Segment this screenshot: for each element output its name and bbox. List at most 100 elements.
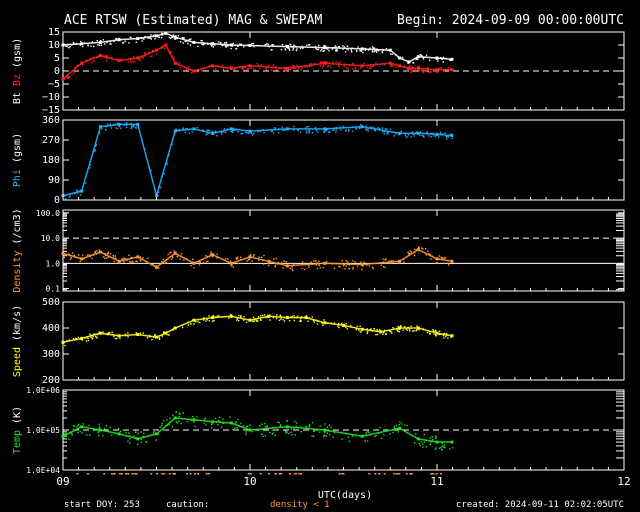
scatter-point bbox=[440, 57, 443, 59]
scatter-point bbox=[394, 54, 397, 56]
scatter-point bbox=[274, 127, 276, 129]
scatter-point bbox=[216, 421, 218, 423]
scatter-point bbox=[151, 55, 153, 57]
scatter-point bbox=[445, 332, 448, 335]
scatter-point bbox=[171, 426, 174, 428]
scatter-point bbox=[296, 422, 298, 424]
scatter-point bbox=[355, 49, 358, 52]
scatter-point bbox=[402, 329, 405, 331]
scatter-point bbox=[104, 43, 106, 45]
scatter-point bbox=[196, 126, 198, 129]
scatter-point bbox=[366, 332, 368, 335]
scatter-point bbox=[288, 68, 290, 71]
scatter-point bbox=[382, 261, 385, 263]
scatter-point bbox=[111, 434, 113, 436]
scatter-point bbox=[139, 259, 141, 261]
scatter-point bbox=[428, 71, 430, 73]
y-tick-label: −5 bbox=[48, 79, 60, 90]
scatter-point bbox=[264, 434, 266, 437]
scatter-point bbox=[158, 36, 160, 38]
scatter-point bbox=[290, 66, 292, 68]
scatter-point bbox=[379, 426, 381, 429]
data-point bbox=[360, 327, 364, 331]
density-flag-mark bbox=[298, 473, 301, 475]
scatter-point bbox=[197, 321, 199, 323]
scatter-point bbox=[222, 422, 224, 424]
scatter-point bbox=[105, 57, 107, 60]
scatter-point bbox=[128, 432, 130, 434]
scatter-point bbox=[307, 264, 310, 267]
scatter-point bbox=[227, 258, 229, 260]
scatter-point bbox=[413, 135, 416, 137]
x-tick-label: 09 bbox=[56, 475, 69, 488]
scatter-point bbox=[413, 330, 415, 332]
scatter-point bbox=[441, 445, 444, 447]
scatter-point bbox=[109, 125, 111, 127]
scatter-point bbox=[202, 42, 204, 44]
scatter-point bbox=[65, 45, 67, 48]
y-tick-label: 300 bbox=[42, 349, 60, 360]
data-point bbox=[98, 125, 102, 129]
scatter-point bbox=[264, 69, 267, 72]
scatter-point bbox=[350, 49, 353, 51]
scatter-point bbox=[373, 429, 375, 431]
scatter-point bbox=[368, 67, 371, 70]
scatter-point bbox=[245, 431, 247, 433]
scatter-point bbox=[222, 418, 224, 420]
scatter-point bbox=[79, 430, 81, 433]
scatter-point bbox=[253, 45, 255, 48]
scatter-point bbox=[292, 47, 295, 50]
scatter-point bbox=[244, 65, 247, 68]
scatter-point bbox=[94, 333, 96, 335]
scatter-point bbox=[421, 55, 423, 57]
density-flag-mark bbox=[278, 473, 281, 475]
scatter-point bbox=[79, 260, 81, 263]
scatter-point bbox=[132, 125, 134, 128]
scatter-point bbox=[193, 323, 195, 325]
scatter-point bbox=[136, 124, 139, 126]
scatter-point bbox=[270, 69, 273, 72]
scatter-point bbox=[438, 67, 440, 70]
scatter-point bbox=[324, 423, 326, 425]
scatter-point bbox=[396, 328, 398, 331]
scatter-point bbox=[274, 266, 276, 268]
scatter-point bbox=[98, 44, 101, 46]
scatter-point bbox=[230, 265, 233, 267]
scatter-point bbox=[441, 58, 443, 60]
scatter-point bbox=[152, 49, 154, 52]
scatter-point bbox=[103, 428, 106, 430]
scatter-point bbox=[345, 66, 348, 69]
scatter-point bbox=[162, 420, 165, 422]
scatter-point bbox=[214, 417, 217, 420]
scatter-point bbox=[432, 132, 434, 134]
scatter-point bbox=[210, 423, 213, 426]
scatter-point bbox=[435, 330, 437, 332]
scatter-point bbox=[139, 59, 141, 62]
scatter-point bbox=[73, 69, 75, 71]
scatter-point bbox=[315, 429, 317, 431]
scatter-point bbox=[293, 129, 295, 131]
scatter-point bbox=[70, 257, 73, 259]
scatter-point bbox=[203, 319, 205, 321]
scatter-point bbox=[292, 269, 294, 272]
scatter-point bbox=[361, 265, 364, 267]
scatter-point bbox=[240, 259, 242, 261]
scatter-point bbox=[393, 135, 395, 137]
scatter-point bbox=[172, 414, 174, 416]
scatter-point bbox=[275, 257, 277, 260]
scatter-point bbox=[272, 43, 274, 46]
scatter-point bbox=[293, 125, 295, 128]
scatter-point bbox=[387, 131, 389, 133]
scatter-point bbox=[451, 137, 454, 140]
scatter-point bbox=[344, 324, 346, 327]
scatter-point bbox=[305, 427, 308, 429]
scatter-point bbox=[424, 248, 427, 250]
scatter-point bbox=[72, 428, 75, 431]
density-flag-mark bbox=[410, 473, 413, 475]
scatter-point bbox=[176, 422, 179, 424]
scatter-point bbox=[327, 429, 329, 432]
scatter-point bbox=[264, 426, 267, 428]
scatter-point bbox=[106, 41, 108, 44]
scatter-point bbox=[268, 264, 270, 267]
scatter-point bbox=[407, 62, 409, 65]
